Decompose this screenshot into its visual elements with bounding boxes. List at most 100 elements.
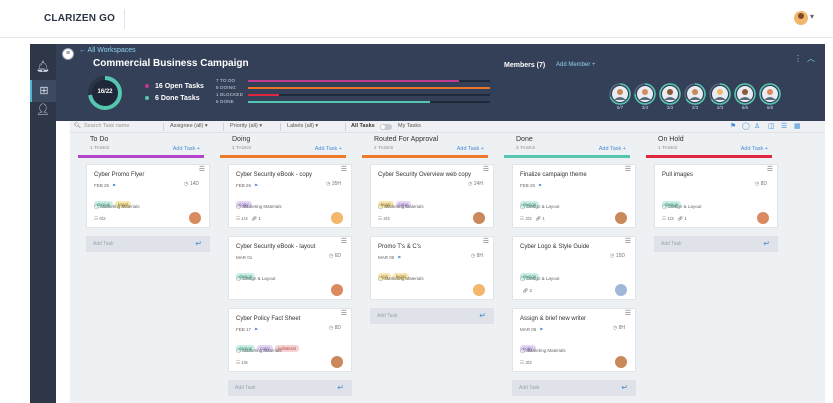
task-title: Cyber Logo & Style Guide [520,244,590,250]
task-card[interactable]: Cyber Security eBook - layout ☰ MAR 01 ◷ 6D… [228,236,352,300]
grid-icon[interactable]: ▦ [794,122,801,130]
add-task-row[interactable]: Add Task ↵ [512,380,636,396]
task-card[interactable]: Assign & brief new writer ☰ MAR 05 ⚑ ◷ 8H cop… [512,308,636,372]
enter-icon[interactable]: ↵ [763,239,770,248]
task-card[interactable]: Cyber Security Overview web copy ☰ ◷ 24H le… [370,164,494,228]
flag-icon: ⚑ [539,327,544,332]
task-card[interactable]: Cyber Logo & Style Guide ☰ ◷ 15D design ◯ De… [512,236,636,300]
columns-icon[interactable]: ◫ [768,122,775,130]
my-tasks-toggle[interactable] [380,124,392,130]
all-tasks-toggle-label[interactable]: All Tasks [351,123,375,129]
member-avatar[interactable] [734,83,756,105]
column-title: Routed For Approval [374,136,439,143]
toolbar-divider [223,123,224,131]
member-avatar[interactable] [659,83,681,105]
card-menu-icon[interactable]: ☰ [199,165,205,173]
card-menu-icon[interactable]: ☰ [341,237,347,245]
card-menu-icon[interactable]: ☰ [767,165,773,173]
collapse-icon[interactable]: ≡ [62,48,74,60]
list-icon[interactable]: ☰ [781,122,787,130]
assignee-filter[interactable]: Assignee (all) ▾ [170,123,208,129]
member-avatar[interactable] [709,83,731,105]
my-tasks-label[interactable]: My Tasks [398,123,421,129]
task-card[interactable]: Cyber Policy Fact Sheet ☰ FEB 17 ⚑ ◷ 8D desig… [228,308,352,372]
enter-icon[interactable]: ↵ [337,383,344,392]
column-title: Done [516,136,533,143]
flag-icon[interactable]: ⚑ [730,122,736,130]
add-task-row[interactable]: Add Task ↵ [228,380,352,396]
subtasks-icon: ☷ [520,360,525,365]
task-card[interactable]: Finalize campaign theme ☰ FEB 25 ⚑ design ◯ D… [512,164,636,228]
member-avatar[interactable] [609,83,631,105]
assignee-avatar[interactable] [331,212,343,224]
project-icon: ◯ [662,204,668,209]
flag-icon: ⚑ [397,255,402,260]
add-task-button[interactable]: Add Task + [315,146,342,152]
member-avatar[interactable] [634,83,656,105]
search-input[interactable]: Search Task name [84,123,129,129]
task-card[interactable]: Cyber Security eBook - copy ☰ FEB 26 ⚑ ◷ 35H… [228,164,352,228]
add-task-button[interactable]: Add Task + [741,146,768,152]
card-menu-icon[interactable]: ☰ [625,165,631,173]
member-avatar[interactable] [684,83,706,105]
member-avatar[interactable] [759,83,781,105]
task-card[interactable]: Cyber Promo Flyer ☰ FEB 25 ⚑ ◷ 14D design lega… [86,164,210,228]
assignee-avatar[interactable] [473,284,485,296]
task-card[interactable]: Pull images ☰ ◷ 8D design ◯ Design & Layout ☷… [654,164,778,228]
task-meta: ☷ 1/3 🔗︎ 1 [236,216,261,222]
assignee-avatar[interactable] [473,212,485,224]
circle-icon[interactable]: ◯ [742,122,750,130]
assignee-avatar[interactable] [331,356,343,368]
assignee-avatar[interactable] [615,284,627,296]
project-icon: ◯ [520,204,526,209]
assignee-avatar[interactable] [757,212,769,224]
task-duration-text: 8D [760,181,767,187]
task-project-text: Marketing Materials [384,276,424,281]
task-project: ◯ Design & Layout [520,204,559,210]
task-card[interactable]: Promo T's & C's ☰ MAR 05 ⚑ ◷ 8H cps legal ◯ Mar… [370,236,494,300]
enter-icon[interactable]: ↵ [195,239,202,248]
labels-filter-label: Labels (all) [287,123,314,129]
subtasks-icon: ☷ [662,216,667,221]
add-task-button[interactable]: Add Task + [457,146,484,152]
task-project-text: Marketing Materials [384,204,424,209]
add-task-row[interactable]: Add Task ↵ [86,236,210,252]
assignee-avatar[interactable] [331,284,343,296]
card-menu-icon[interactable]: ☰ [483,237,489,245]
priority-filter[interactable]: Priority (all) ▾ [230,123,262,129]
add-task-button[interactable]: Add Task + [599,146,626,152]
add-task-row[interactable]: Add Task ↵ [654,236,778,252]
task-due-date: FEB 26 ⚑ [236,183,258,189]
assignee-avatar[interactable] [615,356,627,368]
user-icon[interactable]: 👤︎ [30,99,56,121]
labels-filter[interactable]: Labels (all) ▾ [287,123,318,129]
task-project: ◯ Marketing Materials [236,204,282,210]
card-menu-icon[interactable]: ☰ [341,309,347,317]
enter-icon[interactable]: ↵ [479,311,486,320]
enter-icon[interactable]: ↵ [621,383,628,392]
card-menu-icon[interactable]: ☰ [625,237,631,245]
column-color-bar [362,155,488,158]
assignee-avatar[interactable] [615,212,627,224]
assignee-avatar[interactable] [189,212,201,224]
card-menu-icon[interactable]: ☰ [625,309,631,317]
card-menu-icon[interactable]: ☰ [483,165,489,173]
add-task-row[interactable]: Add Task ↵ [370,308,494,324]
column-title: To Do [90,136,109,143]
chevron-up-icon[interactable]: ︿ [807,53,815,64]
add-member-link[interactable]: Add Member + [556,62,596,68]
column-color-bar [220,155,346,158]
back-to-workspaces-link[interactable]: ← All Workspaces [79,47,136,54]
bell-icon[interactable]: 🔔︎ [30,56,56,78]
user-avatar[interactable] [794,11,808,25]
top-bar: CLARIZEN GO ▾ [0,0,833,38]
task-due-date: FEB 25 ⚑ [520,183,542,189]
chevron-down-icon[interactable]: ▾ [810,12,814,21]
person-filter-icon[interactable]: ♙ [754,122,760,130]
task-due-date-text: FEB 25 [520,183,536,188]
task-meta: 🔗︎ 2 [520,288,533,294]
task-project-text: Design & Layout [668,204,702,209]
more-icon[interactable]: ⋮ [794,54,802,63]
add-task-button[interactable]: Add Task + [173,146,200,152]
card-menu-icon[interactable]: ☰ [341,165,347,173]
